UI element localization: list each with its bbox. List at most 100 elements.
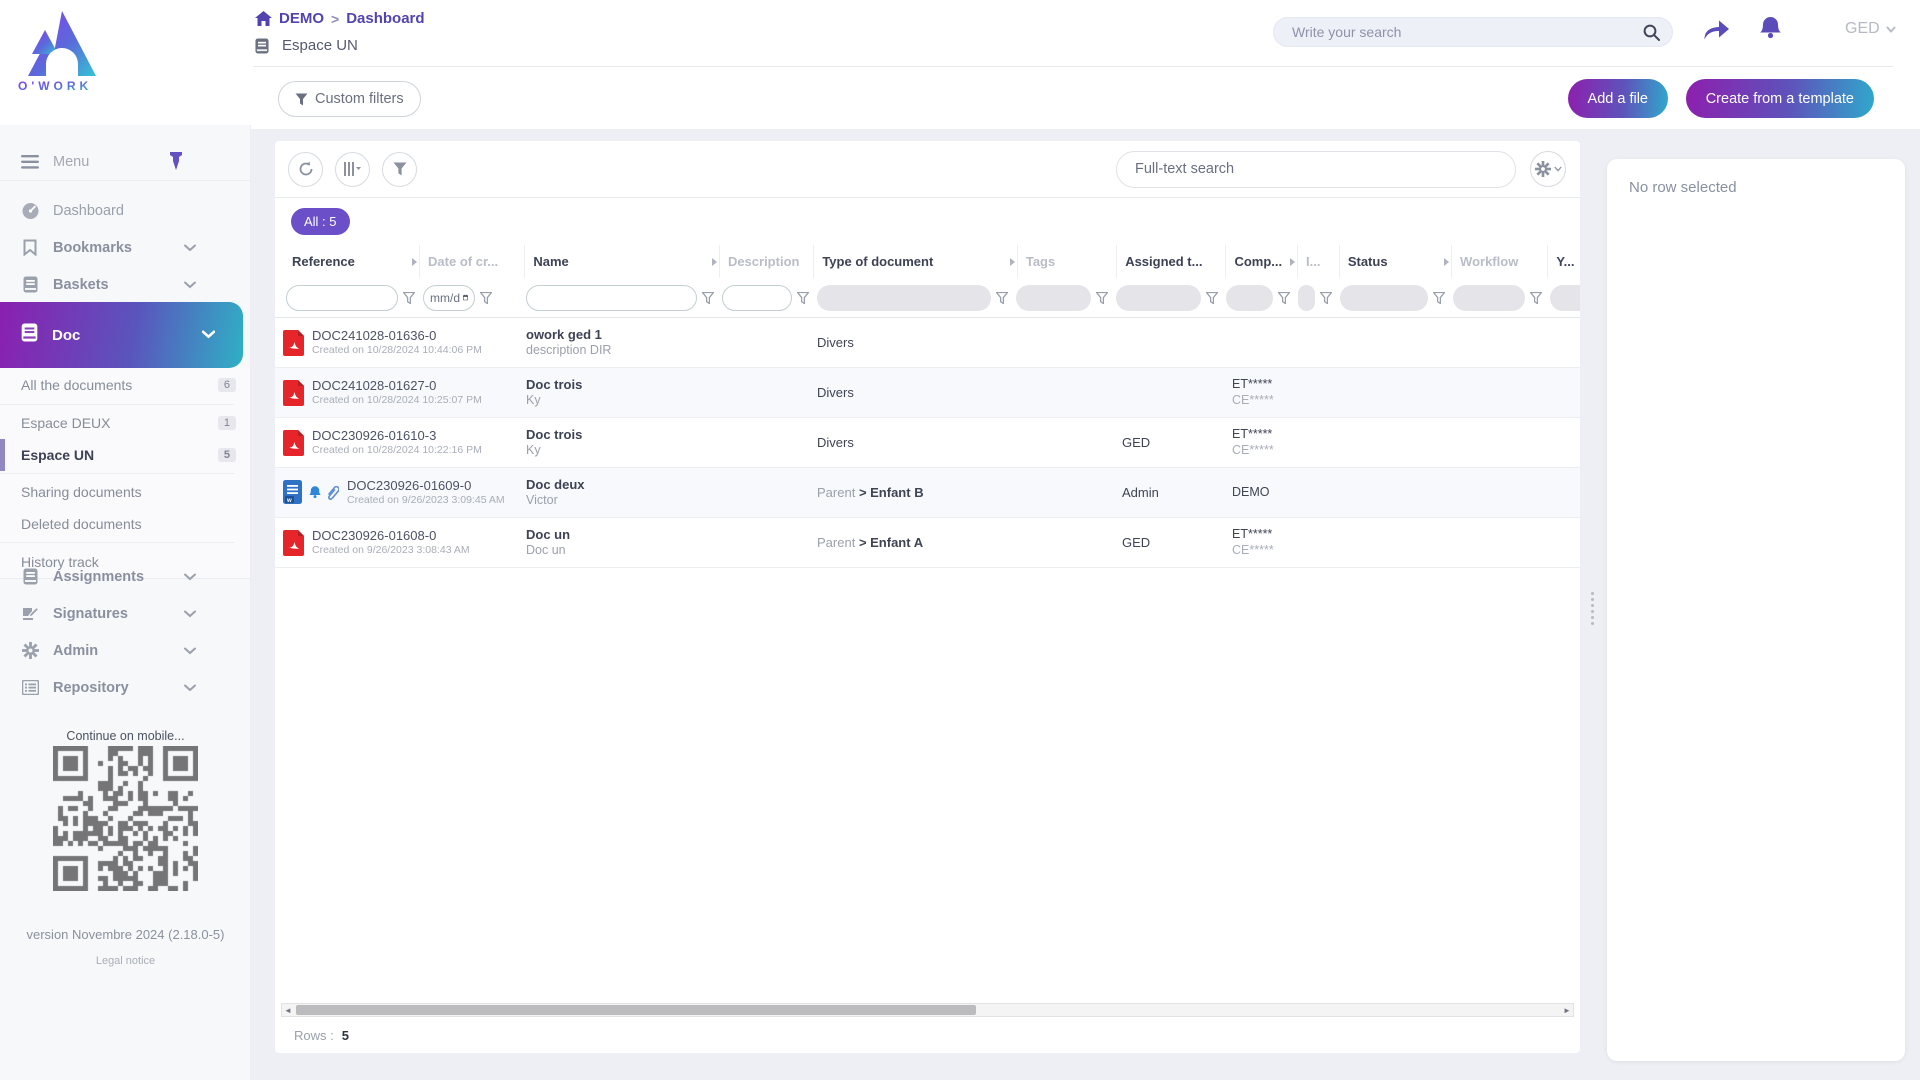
share-button[interactable] (1703, 18, 1730, 47)
column-header-status[interactable]: Status (1340, 245, 1452, 278)
sidebar-item-deleted-documents[interactable]: Deleted documents (0, 508, 250, 540)
refresh-button[interactable] (288, 152, 323, 187)
sidebar-item-baskets[interactable]: Baskets (0, 266, 251, 303)
qr-code-canvas (53, 746, 198, 891)
description-filter-input[interactable] (722, 285, 792, 311)
column-header-description[interactable]: Description (720, 245, 814, 278)
table-row[interactable]: DOC241028-01627-0Created on 10/28/2024 1… (275, 368, 1580, 418)
scrollbar-thumb[interactable] (296, 1005, 976, 1015)
version-text: version Novembre 2024 (2.18.0-5) (0, 927, 251, 942)
columns-button[interactable] (335, 152, 370, 187)
app-window: O'WORK Menu Dashboard Bookmark (0, 0, 1920, 1080)
date-filter-input[interactable]: mm/d (423, 285, 475, 311)
paperclip-icon (326, 485, 339, 501)
menu-label: Menu (53, 154, 89, 170)
owork-logo-text: O'WORK (18, 79, 92, 93)
breadcrumb-root-link[interactable]: DEMO (279, 10, 324, 27)
column-header-reference[interactable]: Reference (284, 245, 420, 278)
funnel-icon[interactable] (1096, 292, 1108, 304)
fulltext-search-input[interactable] (1135, 161, 1497, 177)
space-subtitle: Espace UN (255, 37, 358, 54)
sidebar-item-sharing-documents[interactable]: Sharing documents (0, 476, 250, 508)
custom-filters-button[interactable]: Custom filters (278, 81, 421, 117)
funnel-icon[interactable] (403, 292, 415, 304)
sidebar-item-repository[interactable]: Repository (0, 669, 251, 706)
book-icon (21, 276, 39, 293)
panel-resize-handle[interactable] (1591, 589, 1596, 628)
breadcrumb: DEMO > Dashboard (255, 10, 425, 27)
column-header-name[interactable]: Name (525, 245, 720, 278)
table-row[interactable]: DOC241028-01636-0Created on 10/28/2024 1… (275, 318, 1580, 368)
funnel-icon[interactable] (1530, 292, 1542, 304)
qr-code (53, 746, 198, 896)
notifications-button[interactable] (1758, 15, 1783, 48)
pdf-file-icon (283, 530, 304, 556)
type-filter-input (817, 285, 991, 311)
scroll-left-arrow[interactable]: ◄ (282, 1004, 294, 1016)
gear-icon (1535, 161, 1551, 177)
global-search (1273, 17, 1673, 47)
table-row[interactable]: DOC230926-01608-0Created on 9/26/2023 3:… (275, 518, 1580, 568)
column-header-y[interactable]: Y... (1548, 245, 1580, 278)
chevron-down-icon (202, 326, 215, 344)
home-icon (255, 11, 272, 26)
deleted-documents-label: Deleted documents (21, 516, 142, 532)
assignments-label: Assignments (53, 569, 144, 585)
table-row[interactable]: w DOC230926-01609-0Created on 9/26/2023 … (275, 468, 1580, 518)
sidebar-item-dashboard[interactable]: Dashboard (0, 192, 251, 229)
funnel-icon[interactable] (480, 292, 492, 304)
filter-button[interactable] (382, 152, 417, 187)
name-filter-input[interactable] (526, 285, 697, 311)
sidebar-item-doc-active[interactable]: Doc (0, 302, 243, 368)
rows-label: Rows : (294, 1028, 334, 1043)
signatures-label: Signatures (53, 606, 128, 622)
add-file-button[interactable]: Add a file (1568, 79, 1668, 118)
column-header-i[interactable]: I... (1298, 245, 1340, 278)
main-content: All : 5 Reference Date of cr... Name Des… (251, 129, 1920, 1080)
chevron-down-icon (184, 568, 196, 586)
column-header-type[interactable]: Type of document (814, 245, 1018, 278)
column-header-assigned[interactable]: Assigned t... (1117, 245, 1226, 278)
breadcrumb-current-link[interactable]: Dashboard (346, 10, 424, 27)
sidebar-item-admin[interactable]: Admin (0, 632, 251, 669)
column-header-company[interactable]: Comp... (1226, 245, 1298, 278)
book-icon (21, 568, 39, 585)
search-icon[interactable] (1643, 24, 1660, 41)
funnel-icon[interactable] (996, 292, 1008, 304)
funnel-icon[interactable] (1320, 292, 1332, 304)
sidebar-menu-toggle[interactable]: Menu (0, 143, 251, 181)
funnel-icon[interactable] (1206, 292, 1218, 304)
chevron-down-icon (184, 679, 196, 697)
sidebar-item-espace-deux[interactable]: Espace DEUX 1 (0, 407, 250, 439)
pin-sidebar-button[interactable] (168, 152, 188, 172)
legal-notice-link[interactable]: Legal notice (0, 955, 251, 967)
sidebar-item-all-documents[interactable]: All the documents 6 (0, 368, 250, 402)
column-header-date[interactable]: Date of cr... (420, 245, 525, 278)
sidebar-item-bookmarks[interactable]: Bookmarks (0, 229, 251, 266)
owork-logo-icon: O'WORK (18, 8, 108, 93)
grid-settings-button[interactable] (1530, 151, 1566, 187)
create-from-template-button[interactable]: Create from a template (1686, 79, 1874, 118)
user-menu-dropdown[interactable]: GED (1845, 20, 1896, 38)
table-row[interactable]: DOC230926-01610-3Created on 10/28/2024 1… (275, 418, 1580, 468)
sidebar-item-espace-un[interactable]: Espace UN 5 (0, 439, 250, 471)
sidebar-item-signatures[interactable]: Signatures (0, 595, 251, 632)
filter-row: mm/d (275, 278, 1580, 318)
global-search-input[interactable] (1292, 24, 1643, 40)
scroll-right-arrow[interactable]: ► (1561, 1004, 1573, 1016)
horizontal-scrollbar[interactable]: ◄ ► (281, 1003, 1574, 1017)
sidebar-item-assignments[interactable]: Assignments (0, 558, 251, 595)
reference-filter-input[interactable] (286, 285, 398, 311)
funnel-icon[interactable] (797, 292, 809, 304)
funnel-icon[interactable] (1433, 292, 1445, 304)
sort-arrow-icon (412, 258, 417, 266)
continue-on-mobile-text: Continue on mobile... (0, 729, 251, 743)
table-header: Reference Date of cr... Name Description… (275, 245, 1580, 278)
funnel-icon[interactable] (1278, 292, 1290, 304)
all-count-chip[interactable]: All : 5 (291, 208, 350, 235)
funnel-icon[interactable] (702, 292, 714, 304)
column-header-workflow[interactable]: Workflow (1452, 245, 1548, 278)
all-documents-label: All the documents (21, 377, 132, 393)
sharing-documents-label: Sharing documents (21, 484, 142, 500)
column-header-tags[interactable]: Tags (1018, 245, 1117, 278)
